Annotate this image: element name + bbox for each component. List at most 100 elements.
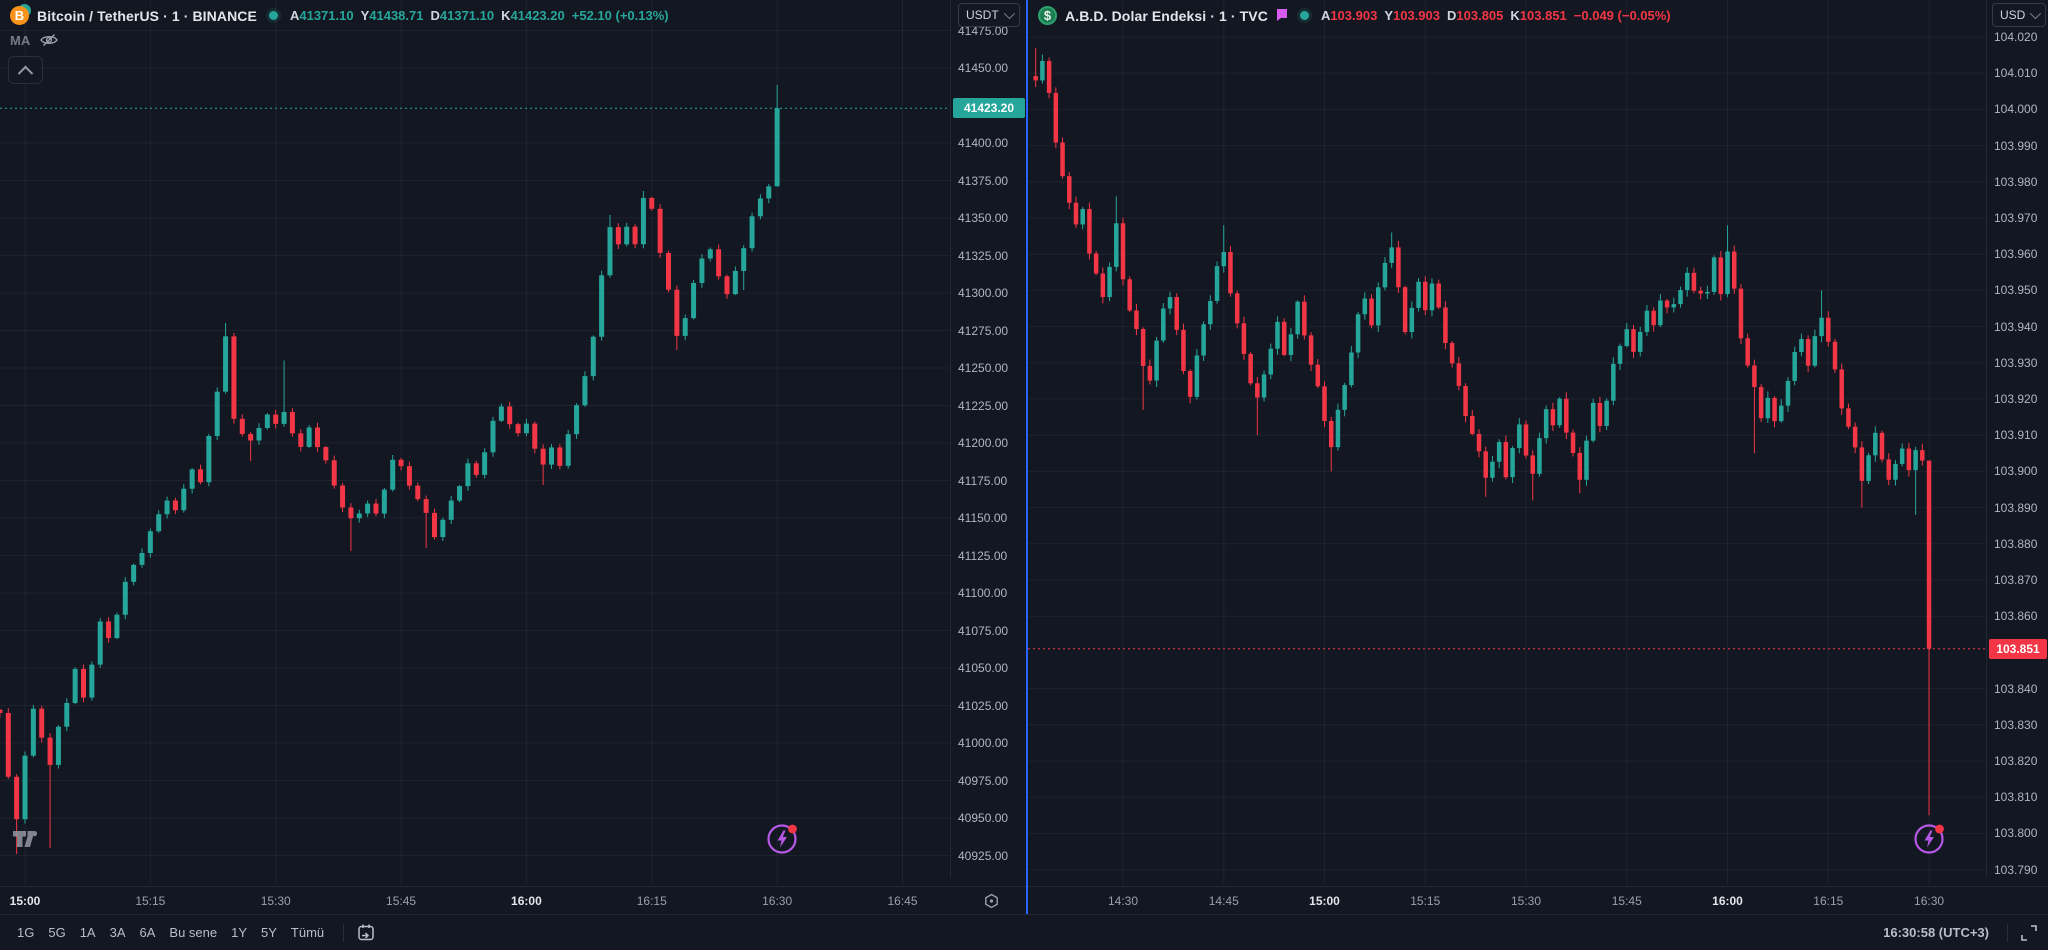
price-tick-label: 41125.00 — [958, 548, 1008, 563]
chevron-down-icon — [1003, 7, 1015, 20]
price-tick-label: 41075.00 — [958, 623, 1009, 638]
range-button-1y[interactable]: 1Y — [224, 922, 254, 943]
time-tick-label: 15:00 — [9, 894, 41, 908]
dxy-symbol-title[interactable]: A.B.D. Dolar Endeksi · 1 · TVC — [1065, 8, 1268, 24]
price-tick-label: 103.790 — [1994, 862, 2038, 877]
btc-symbol-title[interactable]: Bitcoin / TetherUS · 1 · BINANCE — [37, 8, 257, 24]
dxy-candlestick-chart[interactable] — [1028, 0, 1986, 885]
dxy-price-axis[interactable]: 103.851 104.020 104.010 104.000 103.990 103.… — [1986, 0, 2048, 878]
price-tick-label: 41000.00 — [958, 736, 1009, 750]
price-tick-label: 41375.00 — [958, 173, 1009, 188]
currency-dropdown-usdt[interactable]: USDT — [958, 3, 1020, 27]
price-tick-label: 41400.00 — [958, 136, 1009, 150]
market-open-dot — [268, 11, 278, 20]
time-tick-label: 15:00 — [1309, 894, 1340, 908]
range-button-tümü[interactable]: Tümü — [284, 922, 331, 943]
flagged-symbol-icon[interactable] — [1276, 8, 1288, 23]
time-tick-label: 16:45 — [887, 894, 918, 908]
time-tick-label: 16:00 — [1712, 894, 1743, 908]
price-tick-label: 103.890 — [1994, 500, 2038, 515]
indicator-legend[interactable]: MA — [10, 32, 59, 48]
dxy-change: −0.049 (−0.05%) — [1573, 8, 1671, 23]
btc-symbol-row[interactable]: B Bitcoin / TetherUS · 1 · BINANCE A4137… — [10, 4, 669, 25]
range-button-6a[interactable]: 6A — [133, 922, 163, 943]
fullscreen-expand-icon[interactable] — [2020, 924, 2038, 942]
price-tick-label: 103.980 — [1994, 174, 2038, 189]
time-tick-label: 15:15 — [135, 894, 166, 908]
chart-pane-btcusdt: B Bitcoin / TetherUS · 1 · BINANCE A4137… — [0, 0, 1028, 915]
price-tick-label: 41100.00 — [958, 586, 1008, 600]
time-tick-label: 15:30 — [260, 894, 291, 908]
range-button-bu-sene[interactable]: Bu sene — [162, 922, 224, 943]
dxy-ohlc-values: A103.903 Y103.903 D103.805 K103.851 −0.0… — [1320, 8, 1671, 23]
time-tick-label: 16:30 — [762, 894, 793, 908]
price-tick-label: 41300.00 — [958, 286, 1009, 300]
price-tick-label: 41275.00 — [958, 323, 1009, 338]
go-to-date-calendar-icon[interactable] — [356, 923, 376, 943]
price-tick-label: 103.930 — [1994, 355, 2038, 370]
price-tick-label: 41150.00 — [958, 511, 1008, 525]
price-tick-label: 40925.00 — [958, 848, 1009, 863]
market-open-dot — [1299, 11, 1309, 20]
price-tick-label: 104.000 — [1994, 102, 2038, 117]
price-tick-label: 41050.00 — [958, 661, 1009, 675]
axis-settings-gear-icon[interactable] — [983, 893, 1000, 910]
price-tick-label: 103.880 — [1994, 536, 2038, 551]
btc-candlestick-chart[interactable] — [0, 0, 950, 885]
dxy-last-price-badge: 103.851 — [1989, 638, 2047, 659]
time-tick-label: 14:30 — [1107, 894, 1139, 908]
price-tick-label: 41200.00 — [958, 436, 1009, 450]
price-tick-label: 104.020 — [1994, 30, 2038, 44]
price-tick-label: 41325.00 — [958, 248, 1009, 263]
price-tick-label: 103.860 — [1994, 609, 2038, 624]
price-tick-label: 41225.00 — [958, 398, 1009, 413]
price-tick-label: 41350.00 — [958, 211, 1009, 225]
range-button-1g[interactable]: 1G — [10, 922, 41, 943]
range-button-3a[interactable]: 3A — [103, 922, 133, 943]
range-button-5g[interactable]: 5G — [41, 922, 72, 943]
price-tick-label: 41250.00 — [958, 361, 1009, 375]
candles — [0, 84, 780, 854]
price-tick-label: 103.970 — [1994, 211, 2038, 225]
currency-dropdown-usd[interactable]: USD — [1992, 3, 2047, 27]
price-tick-label: 103.810 — [1994, 790, 2038, 805]
price-tick-label: 103.840 — [1994, 681, 2038, 696]
instant-trading-bolt-icon[interactable] — [1911, 820, 1948, 857]
ma-indicator-label[interactable]: MA — [10, 33, 30, 48]
dxy-time-axis[interactable]: 14:30 14:45 15:00 15:15 15:30 15:45 16:00 16:15… — [1028, 886, 2048, 915]
price-tick-label: 41450.00 — [958, 61, 1009, 75]
bitcoin-icon: B — [10, 4, 31, 25]
toolbar-divider — [2007, 923, 2008, 942]
time-tick-label: 15:45 — [386, 894, 417, 908]
hide-indicator-eye-icon[interactable] — [39, 32, 59, 48]
chart-pane-dxy: $ A.B.D. Dolar Endeksi · 1 · TVC A103.90… — [1028, 0, 2048, 915]
price-tick-label: 41175.00 — [958, 473, 1008, 488]
chevron-up-icon — [17, 65, 34, 81]
price-tick-label: 103.990 — [1994, 138, 2038, 153]
session-clock[interactable]: 16:30:58 (UTC+3) — [1883, 925, 1995, 940]
instant-trading-bolt-icon[interactable] — [764, 820, 801, 857]
btc-time-axis[interactable]: 15:00 15:15 15:30 15:45 16:00 16:15 16:30 16:45 — [0, 886, 1026, 915]
range-button-1a[interactable]: 1A — [73, 922, 103, 943]
time-tick-label: 16:00 — [511, 894, 542, 908]
candles — [1033, 47, 1932, 816]
time-tick-label: 15:15 — [1410, 894, 1441, 908]
price-tick-label: 103.820 — [1994, 754, 2038, 768]
gridlines — [0, 0, 950, 885]
bottom-toolbar: 1G 5G 1A 3A 6A Bu sene 1Y 5Y Tümü 16:30:58 (UTC+… — [0, 914, 2048, 950]
tradingview-logo[interactable] — [13, 831, 43, 850]
price-tick-label: 104.010 — [1994, 66, 2038, 81]
toolbar-right: 16:30:58 (UTC+3) — [1883, 923, 2048, 942]
dxy-symbol-row[interactable]: $ A.B.D. Dolar Endeksi · 1 · TVC A103.90… — [1038, 6, 1671, 25]
range-button-5y[interactable]: 5Y — [254, 922, 284, 943]
toolbar-divider — [343, 923, 345, 942]
price-tick-label: 40950.00 — [958, 811, 1009, 825]
btc-price-axis[interactable]: 41423.20 41475.00 41450.00 41400.00 41375.0… — [950, 0, 1027, 878]
price-tick-label: 41025.00 — [958, 698, 1009, 713]
collapse-legend-button[interactable] — [8, 56, 43, 84]
time-tick-label: 15:45 — [1611, 894, 1642, 908]
price-tick-label: 103.960 — [1994, 247, 2038, 262]
trading-workspace: B Bitcoin / TetherUS · 1 · BINANCE A4137… — [0, 0, 2048, 950]
price-tick-label: 103.870 — [1994, 573, 2038, 587]
price-tick-label: 103.940 — [1994, 319, 2038, 334]
